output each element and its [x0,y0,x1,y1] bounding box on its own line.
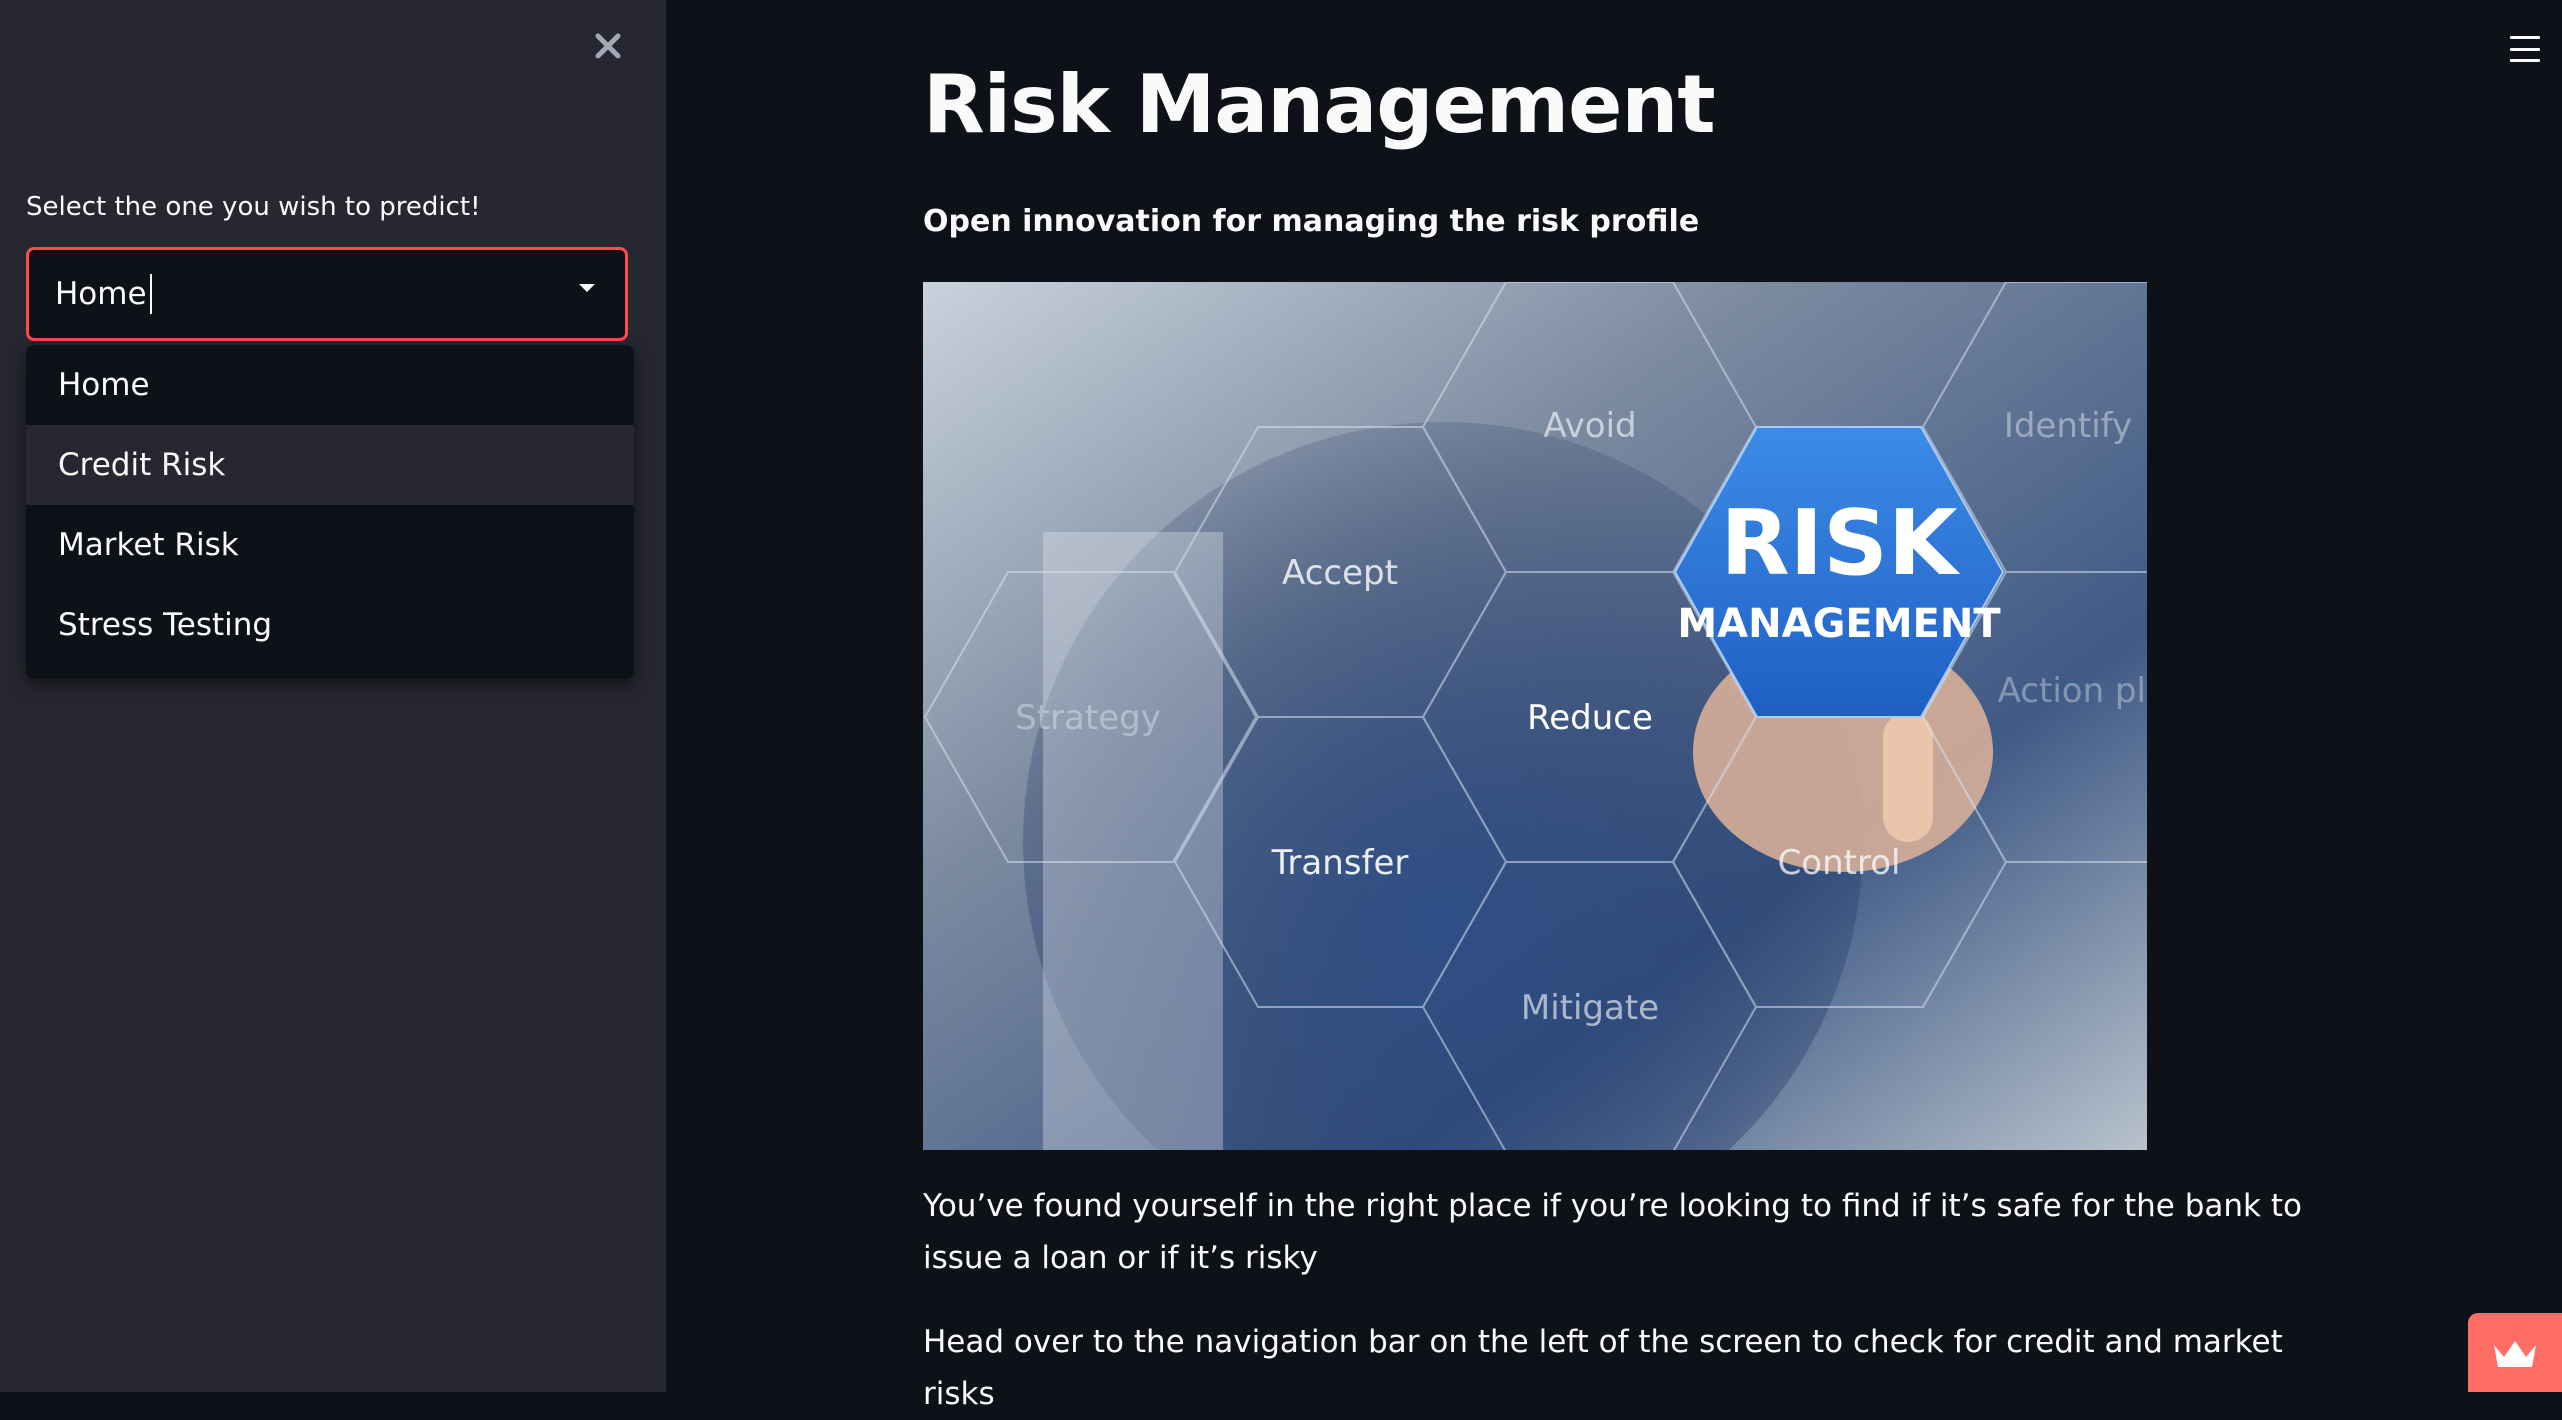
page-subtitle: Open innovation for managing the risk pr… [923,204,1700,239]
image-risk-text: RISK [1720,491,1961,596]
sidebar: Select the one you wish to predict! Home… [0,0,666,1392]
hex-label-avoid: Avoid [1543,406,1636,446]
hex-label-identify: Identify [2004,406,2132,446]
hex-label-reduce: Reduce [1527,698,1653,738]
option-market-risk[interactable]: Market Risk [26,505,634,585]
close-icon [595,33,621,59]
option-home[interactable]: Home [26,345,634,425]
select-dropdown-menu: Home Credit Risk Market Risk Stress Test… [26,345,634,679]
hex-label-control: Control [1778,843,1901,883]
intro-paragraph: You’ve found yourself in the right place… [923,1188,2302,1276]
option-credit-risk[interactable]: Credit Risk [26,425,634,505]
close-sidebar-button[interactable] [590,28,626,64]
page-title: Risk Management [923,58,1716,151]
option-stress-testing[interactable]: Stress Testing [26,585,634,665]
hex-label-accept: Accept [1282,553,1398,593]
hex-label-strategy: Strategy [1015,698,1161,738]
risk-management-image: RISK MANAGEMENT Avoid Identify Accept St… [923,282,2147,1150]
image-management-text: MANAGEMENT [1677,601,2001,647]
streamlit-badge-button[interactable] [2468,1313,2562,1392]
text-caret [149,274,152,314]
select-current-value[interactable]: Home [55,276,147,312]
hex-label-transfer: Transfer [1271,843,1409,883]
page-select[interactable]: Home [26,247,628,341]
hex-label-action-plan: Action plan [1998,671,2147,711]
hamburger-menu-icon[interactable] [2510,36,2540,62]
navigation-hint-paragraph: Head over to the navigation bar on the l… [923,1324,2283,1412]
select-label: Select the one you wish to predict! [26,192,481,222]
hex-label-mitigate: Mitigate [1521,988,1659,1028]
chevron-down-icon[interactable] [579,284,595,292]
crown-icon [2494,1340,2536,1367]
main-content: Risk Management Open innovation for mana… [666,0,2562,1412]
